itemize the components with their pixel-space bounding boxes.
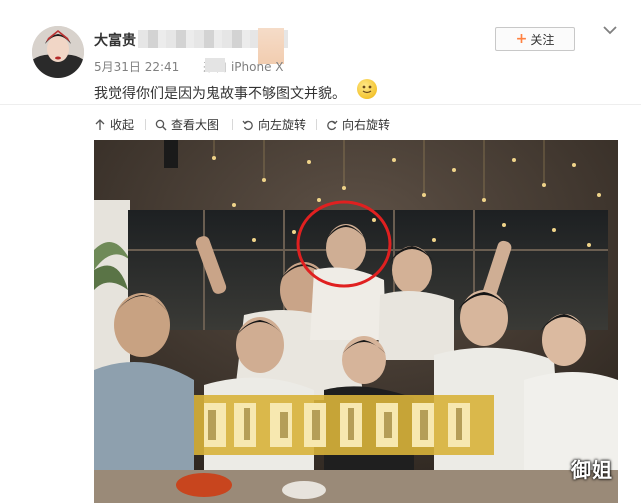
rotate-right-icon	[327, 120, 338, 130]
blurred-meta	[205, 58, 225, 72]
collapse-button[interactable]: 收起	[94, 116, 134, 133]
rotate-right-label: 向右旋转	[342, 118, 391, 132]
post-photo[interactable]	[94, 140, 618, 503]
toolbar-divider	[145, 119, 146, 130]
chevron-down-icon[interactable]	[602, 22, 618, 38]
view-large-label: 查看大图	[171, 118, 220, 132]
separator	[0, 104, 641, 105]
collapse-icon	[95, 118, 105, 130]
view-large-button[interactable]: 查看大图	[155, 116, 219, 133]
plus-icon: +	[515, 31, 528, 47]
post-text: 我觉得你们是因为鬼故事不够图文并貌。	[94, 86, 346, 102]
toolbar-divider	[232, 119, 233, 130]
rotate-left-label: 向左旋转	[258, 118, 307, 132]
avatar[interactable]	[32, 26, 84, 78]
zoom-icon	[155, 119, 167, 130]
rotate-right-button[interactable]: 向右旋转	[326, 116, 390, 133]
rotate-left-icon	[242, 120, 253, 130]
watermark: 御姐	[571, 458, 613, 482]
weibo-post-card: 大富贵 5月31日 22:41 来自 iPhone X + 关注 我觉得你们是因…	[0, 0, 641, 503]
username[interactable]: 大富贵	[94, 30, 136, 50]
follow-label: 关注	[530, 32, 555, 47]
rotate-left-button[interactable]: 向左旋转	[242, 116, 306, 133]
post-meta: 5月31日 22:41 来自 iPhone X	[94, 58, 284, 75]
toolbar-divider	[316, 119, 317, 130]
smile-emoji-icon	[357, 79, 377, 99]
collapse-label: 收起	[110, 118, 135, 132]
post-date[interactable]: 5月31日 22:41	[94, 60, 179, 74]
group-photo-image	[94, 140, 618, 503]
follow-button[interactable]: + 关注	[495, 27, 575, 51]
